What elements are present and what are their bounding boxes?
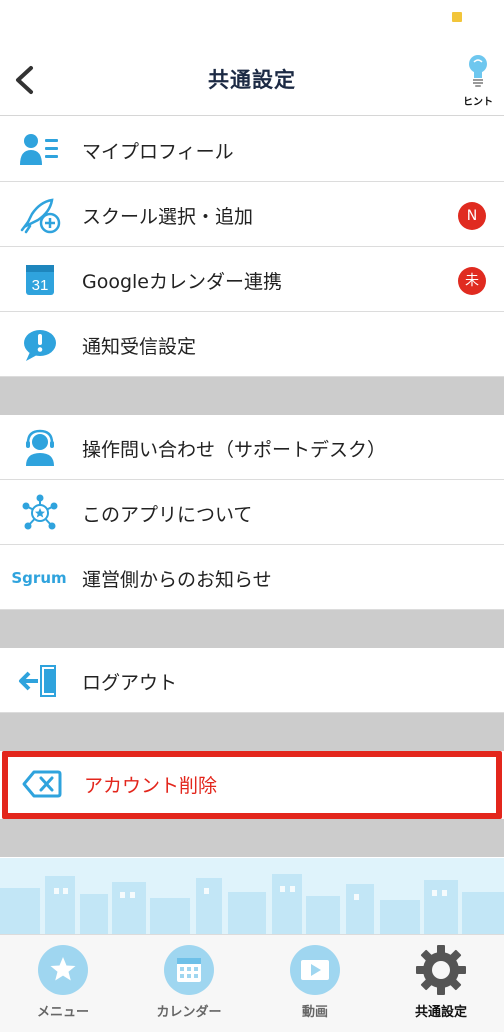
section-divider (0, 713, 504, 751)
profile-list-icon (18, 131, 62, 169)
menu-item-google-calendar[interactable]: 31 Googleカレンダー連携 未 (0, 247, 504, 312)
video-icon (290, 945, 340, 995)
calendar-31-icon: 31 (18, 261, 62, 299)
menu-item-school-select[interactable]: スクール選択・追加 N (0, 182, 504, 247)
network-star-icon (18, 494, 62, 532)
tab-common-settings[interactable]: 共通設定 (378, 935, 504, 1032)
calendar-day-number: 31 (32, 277, 49, 294)
menu-item-label: このアプリについて (82, 504, 253, 526)
tab-label: カレンダー (156, 1005, 222, 1020)
city-skyline-decoration (0, 858, 504, 934)
menu-item-label: ログアウト (82, 672, 178, 694)
header-bar: 共通設定 ヒント (0, 44, 504, 116)
section-divider (0, 377, 504, 415)
menu-item-notification-settings[interactable]: 通知受信設定 (0, 312, 504, 377)
page-title: 共通設定 (208, 68, 296, 92)
sgrum-logo: Sgrum (8, 559, 70, 597)
menu-item-label: 操作問い合わせ（サポートデスク） (82, 439, 387, 461)
menu-item-label: 通知受信設定 (82, 336, 197, 358)
new-badge: N (458, 202, 486, 230)
menu-item-my-profile[interactable]: マイプロフィール (0, 117, 504, 182)
tab-label: 動画 (301, 1005, 328, 1020)
calendar-icon (164, 945, 214, 995)
menu-item-label: Googleカレンダー連携 (82, 271, 283, 293)
headset-support-icon (18, 429, 62, 467)
not-linked-badge: 未 (458, 267, 486, 295)
bottom-tab-bar: メニュー カレンダー 動画 共通設定 (0, 934, 504, 1032)
gear-icon (416, 945, 466, 995)
tab-calendar[interactable]: カレンダー (126, 935, 252, 1032)
logout-door-icon (18, 662, 62, 700)
menu-item-about-app[interactable]: このアプリについて (0, 480, 504, 545)
speech-bubble-exclamation-icon (18, 326, 62, 364)
menu-item-announcements[interactable]: Sgrum 運営側からのお知らせ (0, 545, 504, 610)
tab-menu[interactable]: メニュー (0, 935, 126, 1032)
status-bar (0, 0, 504, 44)
status-indicator (452, 12, 462, 22)
menu-star-icon (38, 945, 88, 995)
section-divider (0, 610, 504, 648)
rocket-add-icon (18, 196, 62, 234)
tab-video[interactable]: 動画 (252, 935, 378, 1032)
hint-button[interactable]: ヒント (458, 52, 498, 110)
backspace-delete-icon (20, 765, 64, 803)
tab-label: 共通設定 (414, 1005, 467, 1020)
lightbulb-icon (469, 55, 487, 87)
section-divider (0, 819, 504, 857)
menu-item-label: アカウント削除 (84, 775, 218, 797)
menu-item-label: マイプロフィール (82, 141, 234, 163)
menu-item-logout[interactable]: ログアウト (0, 648, 504, 713)
menu-item-delete-account[interactable]: アカウント削除 (2, 751, 502, 819)
settings-menu: マイプロフィール スクール選択・追加 N 31 Googleカレンダー連携 未 (0, 117, 504, 857)
menu-item-label: 運営側からのお知らせ (82, 569, 272, 591)
sgrum-logo-text: Sgrum (11, 569, 67, 587)
menu-item-label: スクール選択・追加 (82, 206, 254, 228)
hint-label: ヒント (463, 97, 493, 108)
menu-item-support-desk[interactable]: 操作問い合わせ（サポートデスク） (0, 415, 504, 480)
tab-label: メニュー (36, 1005, 89, 1020)
